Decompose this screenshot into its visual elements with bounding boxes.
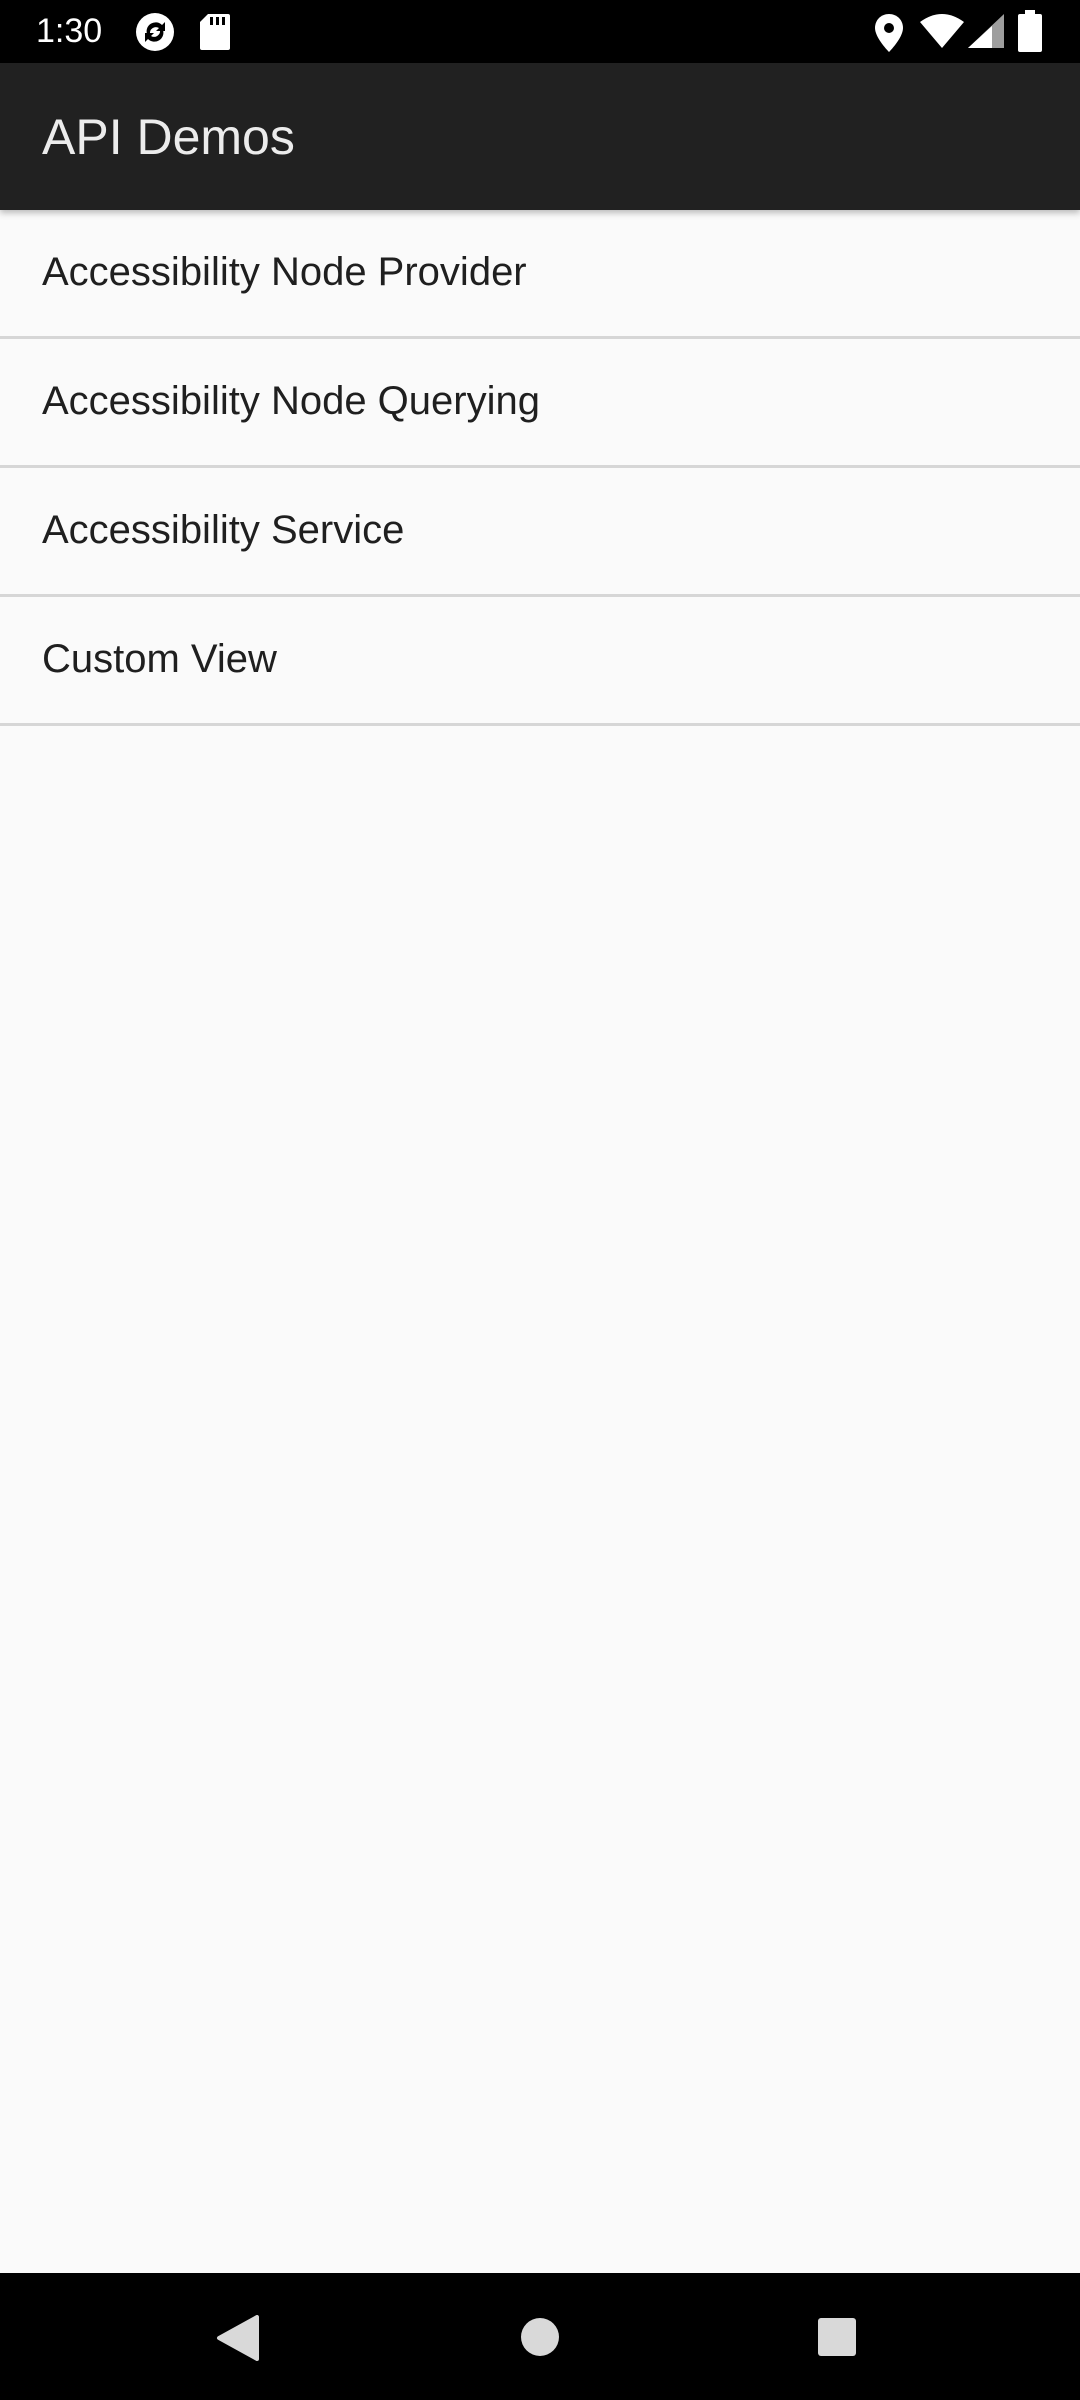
demo-list: Accessibility Node Provider Accessibilit… [0, 210, 1080, 726]
recents-icon[interactable] [818, 2318, 856, 2356]
list-item-accessibility-node-provider[interactable]: Accessibility Node Provider [0, 210, 1080, 339]
list-item-label: Custom View [42, 637, 277, 681]
list-item-label: Accessibility Node Provider [42, 250, 527, 294]
status-bar: 1:30 [0, 0, 1080, 63]
list-item-accessibility-node-querying[interactable]: Accessibility Node Querying [0, 339, 1080, 468]
list-item-label: Accessibility Service [42, 508, 405, 552]
back-icon[interactable] [215, 2315, 259, 2361]
location-icon [875, 14, 903, 52]
navigation-bar [0, 2273, 1080, 2400]
list-item-label: Accessibility Node Querying [42, 379, 540, 423]
signal-icon [968, 14, 1004, 48]
sd-card-icon [200, 14, 230, 50]
list-item-accessibility-service[interactable]: Accessibility Service [0, 468, 1080, 597]
home-icon[interactable] [520, 2317, 560, 2357]
list-item-custom-view[interactable]: Custom View [0, 597, 1080, 726]
battery-icon [1018, 10, 1042, 52]
status-time: 1:30 [36, 12, 103, 50]
sync-icon [136, 13, 174, 51]
wifi-icon [920, 14, 964, 48]
page-title: API Demos [42, 109, 295, 165]
screen: 1:30 API Demos Accessibility Node Provid… [0, 0, 1080, 2400]
app-bar: API Demos [0, 63, 1080, 210]
